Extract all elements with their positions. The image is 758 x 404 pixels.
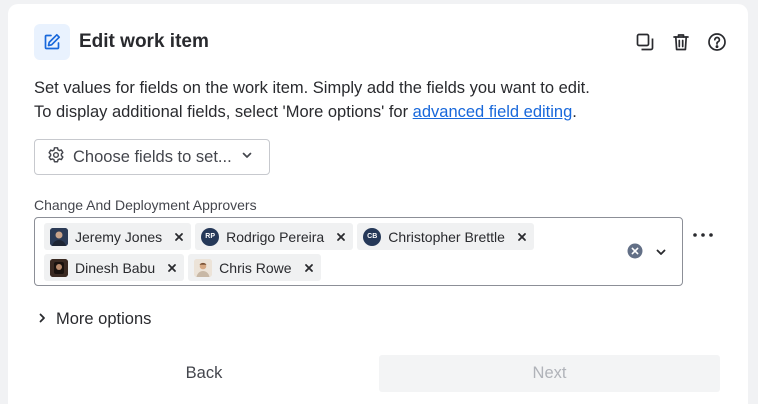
clear-icon[interactable] [627, 243, 643, 264]
choose-fields-button[interactable]: Choose fields to set... [34, 139, 270, 175]
help-icon[interactable] [704, 29, 730, 55]
chip-name: Chris Rowe [219, 259, 292, 276]
more-actions-icon[interactable] [692, 227, 714, 248]
avatar [50, 258, 68, 277]
remove-chip-icon[interactable] [166, 262, 178, 274]
chevron-right-icon [36, 311, 48, 329]
remove-chip-icon[interactable] [303, 262, 315, 274]
user-chip: RP Rodrigo Pereira [195, 223, 354, 250]
user-chip: Jeremy Jones [44, 223, 192, 250]
approvers-select[interactable]: Jeremy Jones RP Rodrigo Pereira CB Chris… [34, 217, 683, 286]
remove-chip-icon[interactable] [173, 231, 185, 243]
edit-icon [34, 24, 70, 60]
chip-name: Christopher Brettle [388, 228, 505, 245]
avatar: CB [363, 227, 382, 246]
modal-header: Edit work item [34, 24, 726, 60]
chip-name: Dinesh Babu [75, 259, 156, 276]
copy-icon[interactable] [632, 29, 658, 55]
chevron-down-icon [241, 148, 253, 166]
description-line-2-text: To display additional fields, select 'Mo… [34, 103, 413, 121]
description: Set values for fields on the work item. … [34, 76, 714, 124]
avatar [194, 258, 213, 277]
delete-icon[interactable] [668, 29, 694, 55]
more-options-toggle[interactable]: More options [36, 310, 151, 329]
remove-chip-icon[interactable] [516, 231, 528, 243]
avatar: RP [201, 227, 220, 246]
more-options-label: More options [56, 310, 152, 328]
field-label: Change And Deployment Approvers [34, 197, 257, 213]
avatar [50, 227, 68, 246]
description-line-2: To display additional fields, select 'Mo… [34, 100, 714, 124]
chevron-down-icon[interactable] [655, 245, 667, 263]
description-line-2-suffix: . [572, 103, 577, 121]
description-line-1: Set values for fields on the work item. … [34, 79, 590, 97]
modal-title: Edit work item [79, 31, 209, 52]
user-chip: Chris Rowe [188, 254, 321, 281]
advanced-field-editing-link[interactable]: advanced field editing [413, 103, 573, 121]
next-button[interactable]: Next [379, 355, 720, 392]
chip-name: Rodrigo Pereira [226, 228, 325, 245]
user-chip: CB Christopher Brettle [357, 223, 534, 250]
choose-fields-label: Choose fields to set... [73, 147, 232, 166]
chip-name: Jeremy Jones [75, 228, 163, 245]
gear-icon [47, 146, 65, 169]
remove-chip-icon[interactable] [335, 231, 347, 243]
back-button[interactable]: Back [34, 355, 374, 391]
user-chip: Dinesh Babu [44, 254, 185, 281]
chip-list: Jeremy Jones RP Rodrigo Pereira CB Chris… [44, 223, 604, 285]
